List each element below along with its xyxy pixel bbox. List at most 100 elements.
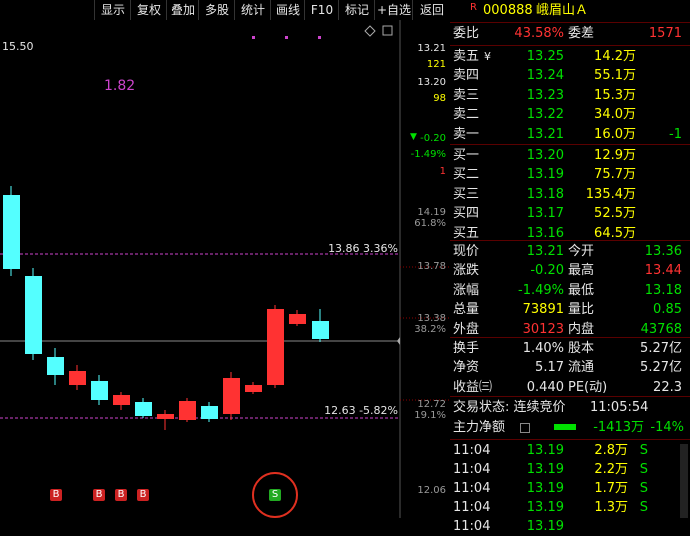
ask-label: 卖一 bbox=[453, 126, 480, 142]
candle-up bbox=[179, 401, 196, 420]
kline-chart[interactable]: B B B B S 15.50 1.82 13.86 3.36% 12.63 -… bbox=[0, 20, 450, 518]
ask-price: 13.25 bbox=[526, 49, 564, 64]
toolbar-f10-button[interactable]: F10 bbox=[304, 0, 339, 20]
stat-row: 换手 1.40% 股本 5.27亿 bbox=[450, 339, 690, 358]
axis-label: 13.38 bbox=[417, 313, 446, 324]
ask-row[interactable]: 卖一 13.21 16.0万 -1 bbox=[450, 125, 690, 144]
ask-volume: 14.2万 bbox=[594, 49, 636, 64]
stat-label: 换手 bbox=[453, 341, 480, 356]
toolbar-add-watch-button[interactable]: +自选 bbox=[374, 0, 413, 20]
ask-row[interactable]: 卖四 13.24 55.1万 bbox=[450, 66, 690, 85]
axis-label: 12.72 bbox=[417, 399, 446, 410]
bid-price: 13.20 bbox=[526, 148, 564, 163]
bid-label: 买一 bbox=[453, 148, 480, 163]
stat-label: 收益㈢ bbox=[453, 379, 493, 395]
ask-price: 13.21 bbox=[526, 126, 564, 142]
axis-label: -0.20 bbox=[420, 133, 446, 144]
quote-label: 涨幅 bbox=[453, 282, 480, 298]
candle-up bbox=[289, 314, 306, 324]
diamond-icon[interactable] bbox=[364, 25, 376, 37]
stock-code: 000888 bbox=[483, 3, 533, 18]
main-flow-value: -1413万 bbox=[593, 420, 644, 435]
candle-up bbox=[223, 378, 240, 414]
candle-down bbox=[47, 357, 64, 375]
quote-label: 最高 bbox=[568, 263, 595, 279]
tick-price: 13.19 bbox=[526, 443, 564, 458]
marker-dot bbox=[252, 36, 255, 39]
ask-label: 卖三 bbox=[453, 87, 480, 103]
toolbar-stats-button[interactable]: 统计 bbox=[234, 0, 271, 20]
tick-time: 11:04 bbox=[453, 462, 491, 477]
quote-value: 30123 bbox=[522, 321, 564, 337]
toolbar-overlay-button[interactable]: 叠加 bbox=[166, 0, 199, 20]
toolbar-draw-button[interactable]: 画线 bbox=[270, 0, 305, 20]
quote-row: 现价 13.21 今开 13.36 bbox=[450, 242, 690, 261]
bid-row[interactable]: 买二 13.19 75.7万 bbox=[450, 165, 690, 184]
tick-price: 13.19 bbox=[526, 462, 564, 477]
quote-value: -1.49% bbox=[518, 282, 564, 298]
bid-volume: 64.5万 bbox=[594, 225, 636, 241]
ask-volume: 34.0万 bbox=[594, 107, 636, 123]
trade-status: 交易状态: 连续竞价 bbox=[453, 400, 566, 415]
divider bbox=[450, 22, 690, 23]
main-flow-row[interactable]: 主力净额 -1413万 -14% bbox=[450, 418, 690, 437]
down-arrow-icon: ▼ bbox=[410, 132, 417, 142]
ask-row[interactable]: 卖三 13.23 15.3万 bbox=[450, 86, 690, 105]
bid-volume: 12.9万 bbox=[594, 148, 636, 163]
quote-label: 最低 bbox=[568, 282, 595, 298]
axis-label: 13.20 bbox=[417, 77, 446, 88]
candle-up bbox=[157, 414, 174, 419]
tick-volume: 1.7万 bbox=[594, 481, 628, 496]
stat-row: 净资 5.17 流通 5.27亿 bbox=[450, 358, 690, 377]
candle-up bbox=[245, 385, 262, 392]
stock-badge: R bbox=[470, 2, 477, 13]
toolbar-mark-button[interactable]: 标记 bbox=[338, 0, 375, 20]
toolbar-back-button[interactable]: 返回 bbox=[412, 0, 451, 20]
axis-label: 13.78 bbox=[417, 261, 446, 272]
toolbar-adjust-button[interactable]: 复权 bbox=[130, 0, 167, 20]
tick-volume: 2.8万 bbox=[594, 443, 628, 458]
bid-price: 13.16 bbox=[526, 225, 564, 241]
axis-label: 13.21 bbox=[417, 43, 446, 54]
quote-label: 今开 bbox=[568, 244, 595, 259]
axis-label: 98 bbox=[433, 93, 446, 104]
buy-marker-label: B bbox=[117, 489, 125, 500]
trade-status-row: 交易状态: 连续竞价 11:05:54 bbox=[450, 398, 690, 417]
bid-row[interactable]: 买五 13.16 64.5万 bbox=[450, 224, 690, 243]
ask-row[interactable]: 卖二 13.22 34.0万 bbox=[450, 105, 690, 124]
bid-label: 买二 bbox=[453, 167, 480, 183]
quote-panel: R 000888 峨眉山Ａ 委比 43.58% 委差 1571 交易状态: 连续… bbox=[450, 0, 690, 534]
square-icon[interactable] bbox=[382, 25, 393, 36]
axis-label: 19.1% bbox=[414, 410, 446, 421]
toolbar-display-button[interactable]: 显示 bbox=[94, 0, 131, 20]
bid-row[interactable]: 买三 13.18 135.4万 bbox=[450, 185, 690, 204]
bid-volume: 135.4万 bbox=[585, 186, 636, 202]
main-flow-label: 主力净额 bbox=[453, 420, 506, 435]
divider bbox=[450, 144, 690, 145]
tick-row: 11:04 13.19 2.8万 S bbox=[450, 441, 690, 460]
bid-row[interactable]: 买一 13.20 12.9万 bbox=[450, 146, 690, 165]
candle-up bbox=[113, 395, 130, 405]
tick-volume: 2.2万 bbox=[594, 462, 628, 477]
kline-svg bbox=[0, 20, 450, 518]
candle-up bbox=[267, 309, 284, 385]
stat-value: 5.17 bbox=[535, 360, 564, 376]
stat-label: PE(动) bbox=[568, 379, 608, 395]
toolbar-multi-stock-button[interactable]: 多股 bbox=[198, 0, 235, 20]
quote-label: 外盘 bbox=[453, 321, 480, 337]
yen-icon: ¥ bbox=[484, 50, 491, 63]
bid-row[interactable]: 买四 13.17 52.5万 bbox=[450, 204, 690, 223]
quote-row: 涨跌 -0.20 最高 13.44 bbox=[450, 261, 690, 280]
tick-price: 13.19 bbox=[526, 481, 564, 496]
quote-value: 13.36 bbox=[644, 244, 682, 259]
tick-side: S bbox=[639, 500, 648, 515]
webi-label: 委比 bbox=[453, 26, 480, 41]
stat-value: 0.440 bbox=[526, 379, 564, 395]
sell-marker-label: S bbox=[271, 489, 279, 500]
main-flow-pct: -14% bbox=[650, 420, 684, 435]
tick-price: 13.19 bbox=[526, 500, 564, 515]
candle-down bbox=[135, 402, 152, 416]
tick-row: 11:04 13.19 bbox=[450, 517, 690, 536]
wecha-value: 1571 bbox=[648, 26, 682, 41]
quote-row: 涨幅 -1.49% 最低 13.18 bbox=[450, 281, 690, 300]
